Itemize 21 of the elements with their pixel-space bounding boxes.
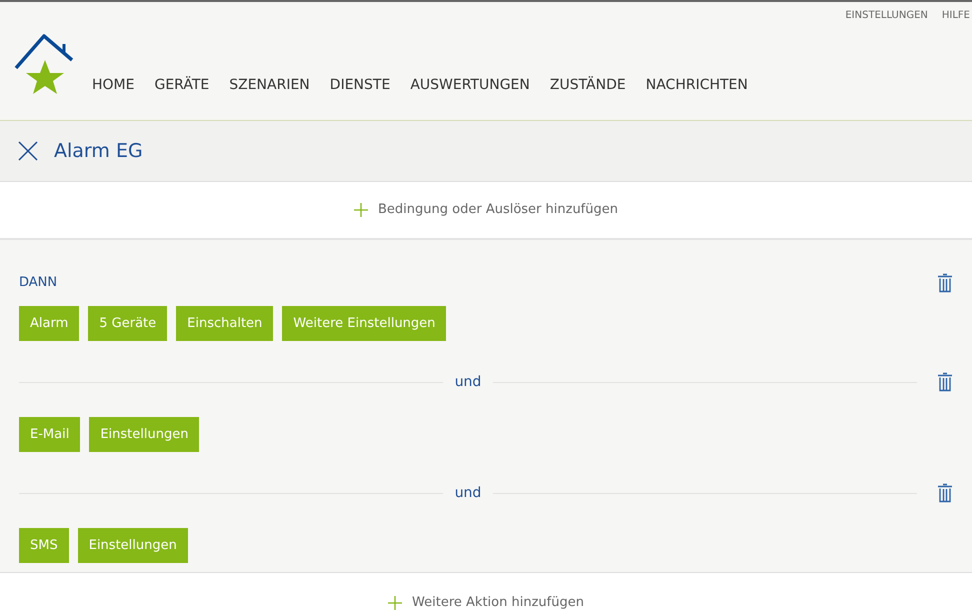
plus-icon [354, 203, 368, 217]
trash-icon[interactable] [937, 483, 954, 503]
nav-link[interactable]: ZUSTÄNDE [540, 75, 636, 96]
plus-icon [388, 596, 402, 610]
nav-link[interactable]: DIENSTE [320, 75, 400, 96]
connector-label: und [454, 372, 482, 392]
header-link[interactable]: EINSTELLUNGEN [845, 8, 928, 23]
nav-link[interactable]: SZENARIEN [219, 75, 320, 96]
add-condition-link[interactable]: Bedingung oder Auslöser hinzufügen [378, 200, 618, 220]
close-icon[interactable] [18, 141, 38, 161]
nav-link[interactable]: AUSWERTUNGEN [400, 75, 540, 96]
nav-link[interactable]: NACHRICHTEN [636, 75, 758, 96]
add-action-link[interactable]: Weitere Aktion hinzufügen [412, 593, 584, 613]
section-heading: DANN [19, 274, 58, 292]
nav-link[interactable]: HOME [82, 75, 144, 96]
trash-icon[interactable] [937, 372, 954, 392]
nav-link[interactable]: GERÄTE [144, 75, 220, 96]
connector-label: und [454, 484, 482, 502]
trash-icon[interactable] [937, 273, 953, 293]
page-title: Alarm EG [54, 138, 143, 164]
header-link[interactable]: HILFE [942, 8, 970, 23]
